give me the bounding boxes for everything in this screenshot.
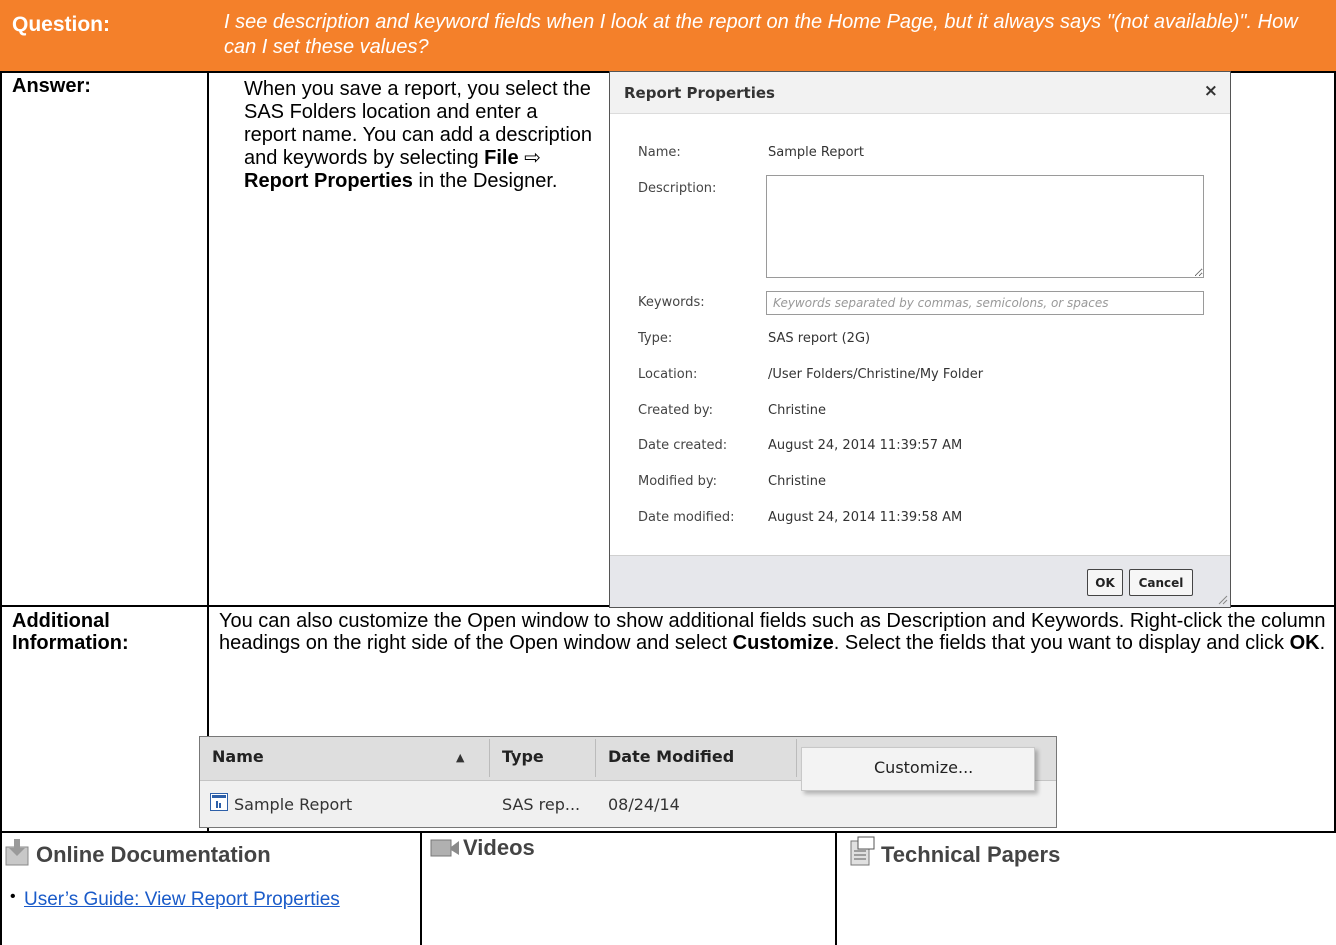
row-divider <box>0 831 1336 833</box>
date-created-value: August 24, 2014 11:39:57 AM <box>768 438 963 453</box>
column-separator <box>489 739 490 777</box>
created-by-label: Created by: <box>638 403 713 418</box>
online-docs-title: Online Documentation <box>36 842 271 867</box>
column-separator <box>595 739 596 777</box>
date-modified-value: August 24, 2014 11:39:58 AM <box>768 510 963 525</box>
location-value: /User Folders/Christine/My Folder <box>768 367 984 382</box>
additional-label-line: Information: <box>12 632 129 654</box>
close-icon[interactable]: × <box>1204 81 1218 101</box>
modified-by-value: Christine <box>768 474 826 489</box>
date-modified-label: Date modified: <box>638 510 735 525</box>
column-header-date-modified[interactable]: Date Modified <box>608 747 734 766</box>
row-date-modified: 08/24/14 <box>608 795 680 814</box>
additional-text: You can also customize the Open window t… <box>219 610 1327 654</box>
answer-text-part: in the Designer. <box>412 170 558 192</box>
answer-label: Answer: <box>12 75 91 97</box>
keywords-field[interactable] <box>766 291 1204 315</box>
additional-text-part: . <box>1319 632 1326 654</box>
name-value: Sample Report <box>768 145 864 160</box>
technical-paper-icon <box>850 836 875 866</box>
date-created-label: Date created: <box>638 438 728 453</box>
menu-report-properties-label: Report Properties <box>244 170 413 192</box>
resource-divider <box>835 831 837 945</box>
description-field[interactable] <box>766 175 1204 278</box>
type-label: Type: <box>638 331 673 346</box>
location-label: Location: <box>638 367 698 382</box>
resource-divider <box>420 831 422 945</box>
label-column-divider <box>207 71 209 831</box>
dialog-title-bar[interactable]: Report Properties × <box>610 72 1230 114</box>
resize-grip-icon[interactable] <box>1218 595 1228 605</box>
ok-word: OK <box>1289 632 1320 654</box>
column-separator <box>796 739 797 777</box>
created-by-value: Christine <box>768 403 826 418</box>
modified-by-label: Modified by: <box>638 474 717 489</box>
cancel-button[interactable]: Cancel <box>1129 569 1193 596</box>
row-type: SAS rep... <box>502 795 581 814</box>
dialog-title: Report Properties <box>624 84 775 102</box>
description-label: Description: <box>638 181 717 196</box>
context-menu: Customize... <box>801 747 1035 791</box>
bullet: • <box>10 888 16 905</box>
report-icon <box>210 793 228 811</box>
keywords-label: Keywords: <box>638 295 705 310</box>
open-window-list: Name ▲ Type Date Modified Sample Report … <box>199 736 1057 828</box>
question-text: I see description and keyword fields whe… <box>224 11 1298 58</box>
users-guide-link[interactable]: User’s Guide: View Report Properties <box>24 887 354 913</box>
answer-text: When you save a report, you select the S… <box>244 78 594 193</box>
additional-label-line: Additional <box>12 610 110 632</box>
videos-title: Videos <box>463 835 535 860</box>
customize-menu-item[interactable]: Customize... <box>874 758 973 777</box>
column-header-name[interactable]: Name <box>212 747 264 766</box>
additional-label: Additional Information: <box>12 610 129 654</box>
additional-text-part: . Select the fields that you want to dis… <box>833 632 1290 654</box>
type-value: SAS report (2G) <box>768 331 871 346</box>
dialog-footer: OK Cancel <box>610 555 1230 607</box>
report-properties-dialog: Report Properties × Name: Sample Report … <box>609 71 1231 608</box>
ok-button[interactable]: OK <box>1087 569 1123 596</box>
customize-word: Customize <box>732 632 834 654</box>
row-name[interactable]: Sample Report <box>234 795 352 814</box>
table-border-left <box>0 71 2 945</box>
video-camera-icon <box>430 839 459 857</box>
sort-ascending-icon[interactable]: ▲ <box>456 751 464 764</box>
question-label: Question: <box>12 13 110 36</box>
menu-arrow-icon: ⇨ <box>524 147 541 169</box>
column-header-type[interactable]: Type <box>502 747 544 766</box>
download-document-icon <box>5 839 29 866</box>
technical-papers-title: Technical Papers <box>881 842 1061 867</box>
menu-file-label: File <box>484 147 519 169</box>
name-label: Name: <box>638 145 681 160</box>
